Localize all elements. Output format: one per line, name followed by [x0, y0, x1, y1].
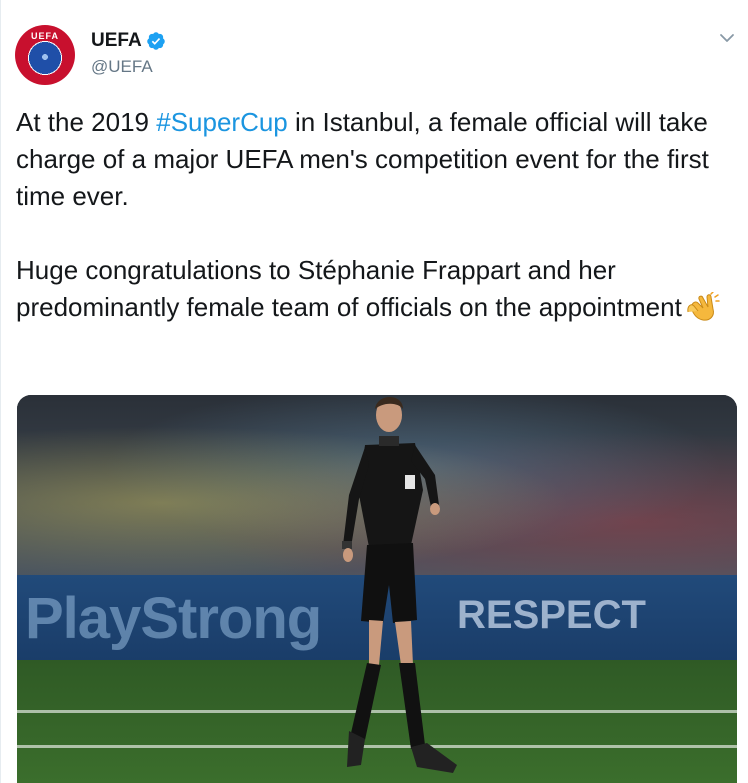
referee-figure [342, 397, 457, 773]
clapping-hands-icon [687, 292, 720, 321]
tweet-photo[interactable]: PlayStrong RESPECT [17, 395, 737, 783]
board-text-right: RESPECT [457, 593, 646, 637]
avatar[interactable]: UEFA [15, 25, 75, 85]
author-name-row[interactable]: UEFA [91, 30, 166, 52]
tweet-card: UEFA UEFA @UEFA At the 2019 #SuperCup in… [0, 0, 748, 783]
tweet-text-segment: At the 2019 [16, 107, 157, 137]
author-handle[interactable]: @UEFA [91, 57, 153, 77]
hashtag-link[interactable]: #SuperCup [156, 107, 288, 137]
tweet-paragraph: Huge congratulations to Stéphanie Frappa… [16, 252, 731, 326]
author-display-name[interactable]: UEFA [91, 30, 142, 52]
uefa-logo-icon [37, 49, 53, 65]
chevron-down-icon[interactable] [717, 28, 737, 48]
tweet-paragraph: At the 2019 #SuperCup in Istanbul, a fem… [16, 104, 731, 215]
tweet-text-segment: Huge congratulations to Stéphanie Frappa… [16, 255, 682, 322]
tweet-text: At the 2019 #SuperCup in Istanbul, a fem… [16, 104, 731, 326]
board-text-left: PlayStrong [25, 586, 322, 651]
verified-badge-icon [146, 32, 165, 50]
avatar-logo-text: UEFA [30, 31, 59, 41]
